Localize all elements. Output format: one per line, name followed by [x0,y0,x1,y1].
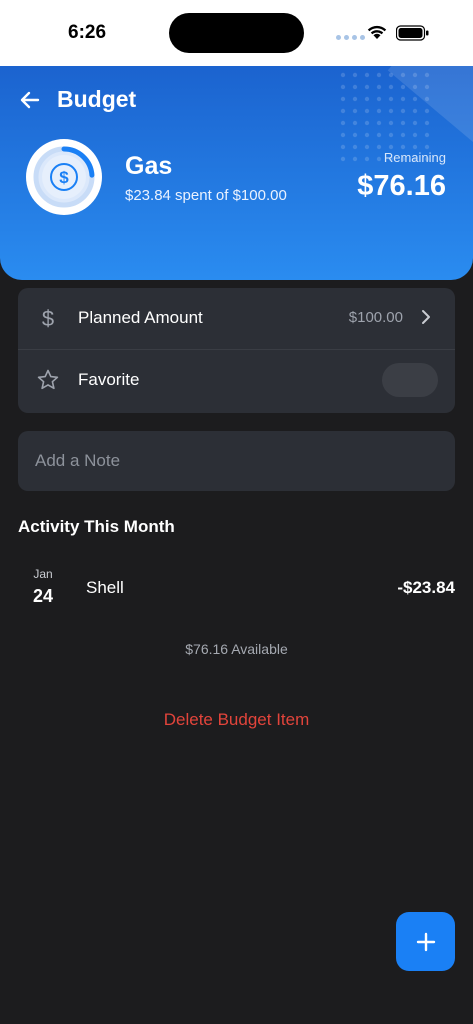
pattern-dot [400,108,406,114]
add-transaction-button[interactable] [396,912,455,971]
budget-category-name: Gas [125,152,173,180]
pattern-dot [400,96,406,102]
pattern-dot [424,72,430,78]
pattern-dot [376,84,382,90]
pattern-dot [352,72,358,78]
pattern-dot [376,144,382,150]
status-bar: 6:26 [0,0,473,66]
transaction-merchant: Shell [86,578,124,597]
pattern-dot [340,72,346,78]
planned-amount-label: Planned Amount [78,308,203,327]
pattern-dot [364,120,370,126]
pattern-dot [364,108,370,114]
dollar-icon: $ [59,168,69,187]
delete-budget-item-button[interactable]: Delete Budget Item [0,710,473,730]
back-arrow-icon[interactable] [18,88,44,112]
pattern-dot [424,120,430,126]
transaction-amount: -$23.84 [397,578,455,597]
wifi-icon [367,25,387,39]
pattern-dot [364,144,370,150]
battery-icon [396,25,429,41]
budget-settings-card: $ Planned Amount $100.00 Favorite [18,288,455,413]
pattern-dot [340,84,346,90]
pattern-dot [388,108,394,114]
pattern-dot [376,96,382,102]
pattern-dot [364,132,370,138]
pattern-dot [352,96,358,102]
planned-amount-value: $100.00 [348,309,403,326]
pattern-dot [340,120,346,126]
pattern-dot [352,132,358,138]
pattern-dot [376,156,382,162]
pattern-dot [340,108,346,114]
pattern-dot [376,132,382,138]
page-title[interactable]: Budget [57,86,136,113]
note-input[interactable] [18,431,455,491]
dollar-icon: $ [42,306,54,330]
pattern-dot [424,84,430,90]
favorite-toggle[interactable] [382,363,438,397]
pattern-dot [412,108,418,114]
pattern-dot [400,84,406,90]
pattern-dot [424,96,430,102]
pattern-dot [364,84,370,90]
pattern-dot [412,120,418,126]
pattern-dot [412,132,418,138]
pattern-dot [376,72,382,78]
star-outline-icon [37,369,59,390]
pattern-dot [388,96,394,102]
remaining-label: Remaining [383,150,446,165]
pattern-dot [364,156,370,162]
status-time: 6:26 [68,22,107,43]
pattern-dot [352,156,358,162]
favorite-row: Favorite [18,350,455,412]
pattern-dot [424,132,430,138]
pattern-dot [388,144,394,150]
available-summary: $76.16 Available [185,641,288,657]
pattern-dot [352,84,358,90]
transaction-month: Jan [33,567,53,581]
pattern-dot [340,96,346,102]
pattern-dot [364,96,370,102]
pattern-dot [424,144,430,150]
pattern-dot [376,108,382,114]
pattern-dot [340,144,346,150]
pattern-dot [352,120,358,126]
activity-section-title: Activity This Month [18,517,175,536]
pattern-dot [400,132,406,138]
planned-amount-row[interactable]: $ Planned Amount $100.00 [18,288,455,350]
pattern-dot [340,156,346,162]
favorite-label: Favorite [78,370,140,389]
pattern-dot [388,120,394,126]
pattern-dot [412,84,418,90]
pattern-dot [412,144,418,150]
remaining-amount: $76.16 [357,170,446,202]
pattern-dot [412,96,418,102]
cellular-signal-icon [336,35,365,40]
pattern-dot [388,84,394,90]
transaction-day: 24 [32,586,54,606]
spent-summary: $23.84 spent of $100.00 [125,187,287,204]
pattern-dot [424,108,430,114]
svg-text:$: $ [42,306,54,330]
dynamic-island [169,13,304,53]
pattern-dot [376,120,382,126]
pattern-dot [400,144,406,150]
pattern-dot [400,72,406,78]
pattern-dot [412,72,418,78]
plus-icon [416,932,435,951]
pattern-dot [340,132,346,138]
pattern-dot [352,108,358,114]
pattern-dot [388,72,394,78]
pattern-dot [388,132,394,138]
pattern-dot [400,120,406,126]
budget-progress-ring: $ [26,139,102,215]
chevron-right-icon [422,310,430,324]
budget-header: Budget $ Gas $23.84 spent of $100.00 Rem… [0,66,473,280]
transaction-row[interactable]: Jan 24 Shell -$23.84 [0,560,473,620]
pattern-dot [352,144,358,150]
pattern-dot [364,72,370,78]
